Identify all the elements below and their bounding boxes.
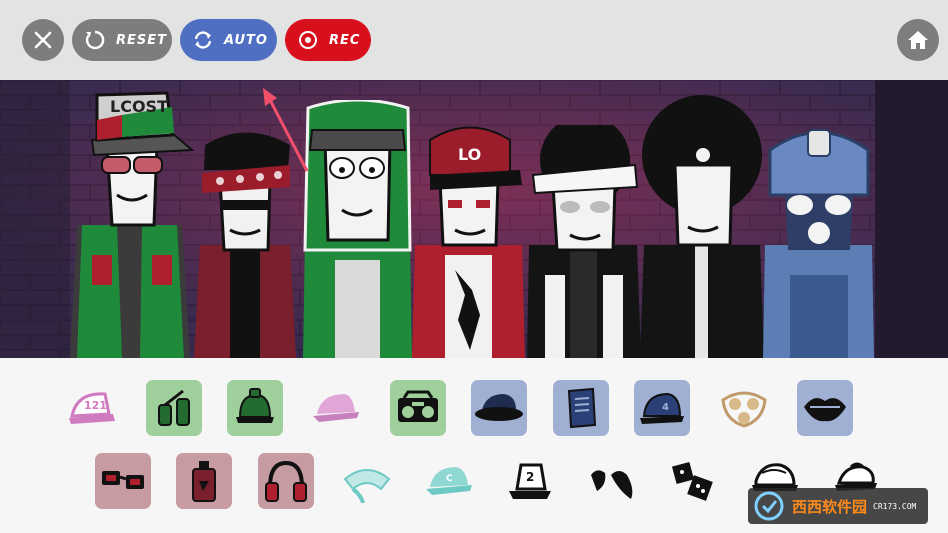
close-icon <box>34 31 52 49</box>
rec-label: REC <box>329 32 361 48</box>
tray-item-tadpole[interactable] <box>584 453 640 509</box>
blue-cap-icon: 4 <box>640 392 684 424</box>
boombox-icon <box>398 390 438 422</box>
red-glasses-icon <box>102 471 144 489</box>
svg-text:2: 2 <box>526 470 534 484</box>
pointer-arrow-icon <box>263 88 309 172</box>
tray-item-boombox[interactable] <box>390 380 446 436</box>
character-black-hoodie[interactable] <box>640 95 765 358</box>
teal-scarf-icon <box>343 469 391 503</box>
watermark-badge: 西西软件园 CR173.COM <box>748 488 928 524</box>
pink-cap-121-icon: 121 <box>69 392 115 424</box>
tray-item-dice[interactable] <box>665 453 721 509</box>
home-button[interactable] <box>897 19 939 61</box>
rec-button[interactable]: REC <box>285 19 371 61</box>
headphones-icon <box>265 460 307 502</box>
tadpole-icon <box>591 470 633 499</box>
tray-item-pink-cap[interactable] <box>308 380 364 436</box>
tray-item-teal-scarf[interactable] <box>339 453 395 509</box>
character-red-jacket[interactable]: LO <box>410 120 528 358</box>
green-backpack-icon <box>158 389 190 426</box>
lips-icon <box>804 398 846 422</box>
navy-hat-icon <box>475 394 523 421</box>
watermark-subtext: CR173.COM <box>873 501 917 511</box>
character-green-vest[interactable]: LCOST <box>62 85 197 358</box>
tray-item-gas-mask[interactable] <box>716 380 772 436</box>
tray-item-lips[interactable] <box>797 380 853 436</box>
cap-text-lcost: LCOST <box>110 97 168 116</box>
record-icon <box>295 27 321 53</box>
auto-button[interactable]: AUTO <box>180 19 277 61</box>
notebook-icon <box>567 387 597 429</box>
tray-item-headphones[interactable] <box>258 453 314 509</box>
character-afro-visor[interactable] <box>525 125 643 358</box>
reset-label: RESET <box>116 32 168 48</box>
home-icon <box>908 31 928 49</box>
character-green-hoodie[interactable] <box>300 100 415 358</box>
svg-text:4: 4 <box>662 402 669 413</box>
reset-icon <box>82 27 108 53</box>
svg-text:121: 121 <box>84 399 107 412</box>
close-button[interactable] <box>22 19 64 61</box>
tray-item-pink-cap-121[interactable]: 121 <box>64 380 120 436</box>
watermark-text: 西西软件园 <box>792 497 868 516</box>
spray-can-icon <box>192 461 216 502</box>
svg-text:C: C <box>446 474 453 484</box>
auto-label: AUTO <box>224 32 268 48</box>
tray-item-blue-cap[interactable]: 4 <box>634 380 690 436</box>
green-helmet-icon <box>236 388 274 423</box>
gas-mask-icon <box>721 391 767 428</box>
character-gas-mask[interactable] <box>760 125 878 358</box>
tray-item-red-glasses[interactable] <box>95 453 151 509</box>
bucket-hat-icon: 2 <box>509 463 551 499</box>
dice-icon <box>671 461 713 501</box>
character-stage: LCOST LO <box>0 80 948 358</box>
tray-item-notebook[interactable] <box>553 380 609 436</box>
tray-item-spray-can[interactable] <box>176 453 232 509</box>
top-toolbar: RESET AUTO REC <box>0 0 948 80</box>
watermark-logo-icon <box>754 491 784 521</box>
teal-cap-icon: C <box>426 467 472 495</box>
reset-button[interactable]: RESET <box>72 19 172 61</box>
cap-text-lo: LO <box>458 145 481 164</box>
tray-item-green-backpack[interactable] <box>146 380 202 436</box>
pink-cap-icon <box>313 394 359 422</box>
tray-item-green-helmet[interactable] <box>227 380 283 436</box>
auto-cycle-icon <box>190 27 216 53</box>
tray-item-teal-cap[interactable]: C <box>421 453 477 509</box>
tray-item-bucket-hat[interactable]: 2 <box>502 453 558 509</box>
tray-item-navy-hat[interactable] <box>471 380 527 436</box>
